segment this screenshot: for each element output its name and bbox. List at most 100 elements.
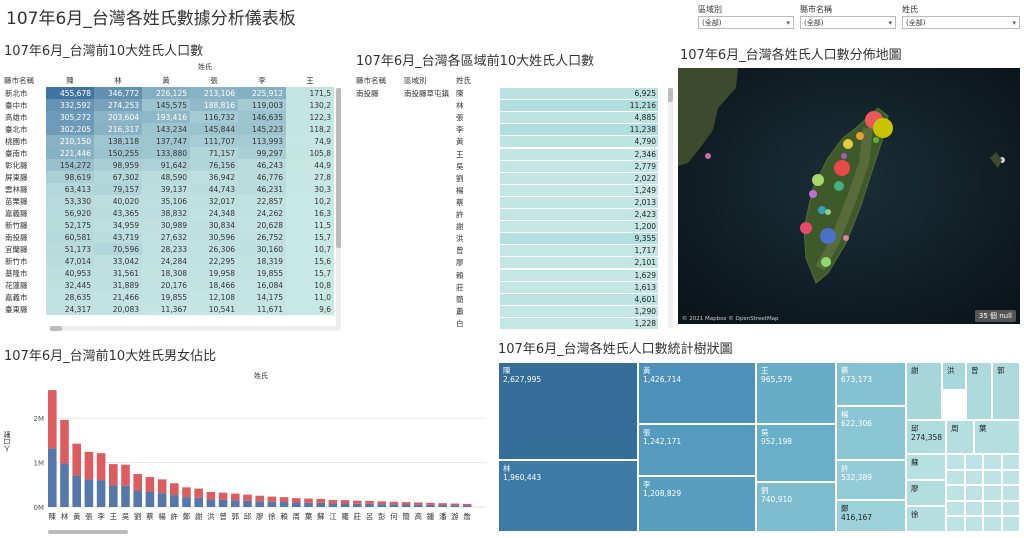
treemap-cell[interactable]: 蘇 xyxy=(906,454,946,480)
table-cell[interactable]: 35,106 xyxy=(142,195,190,207)
value-cell[interactable]: 1,717 xyxy=(500,245,658,257)
treemap-cell[interactable] xyxy=(983,485,1002,501)
bar-female[interactable] xyxy=(182,487,191,498)
bar-female[interactable] xyxy=(267,496,277,502)
table-cell[interactable]: 305,272 xyxy=(46,111,94,123)
bar-female[interactable] xyxy=(84,451,94,480)
bar-female[interactable] xyxy=(109,464,118,486)
scrollbar-thumb[interactable] xyxy=(336,88,341,248)
table-row[interactable]: 臺中市 332,592 274,253 145,575 188,816 119,003 13… xyxy=(2,99,334,111)
table-cell[interactable]: 19,855 xyxy=(238,267,286,279)
table-cell[interactable]: 33,042 xyxy=(94,255,142,267)
surname-cell[interactable]: 曾 xyxy=(456,245,496,257)
table-row[interactable]: 彰化縣 154,272 98,959 91,642 76,156 46,243 44,9 xyxy=(2,159,334,171)
bar-male[interactable] xyxy=(96,480,106,507)
map-point[interactable] xyxy=(834,160,850,176)
table-row[interactable]: 基隆市 40,953 31,561 18,308 19,958 19,855 15,7 xyxy=(2,267,334,279)
bar-male[interactable] xyxy=(267,501,277,507)
surname-cell[interactable]: 林 xyxy=(456,100,496,112)
column-header[interactable]: 林 xyxy=(94,74,142,87)
table-cell[interactable]: 15,6 xyxy=(286,255,334,267)
treemap-cell[interactable]: 洪 xyxy=(942,362,966,390)
map-point[interactable] xyxy=(821,257,831,267)
bar-female[interactable] xyxy=(401,502,411,505)
table-cell[interactable]: 60,581 xyxy=(46,231,94,243)
table-row[interactable]: 臺東縣 24,317 20,083 11,367 10,541 11,671 9,6 xyxy=(2,303,334,315)
table-cell[interactable]: 10,7 xyxy=(286,243,334,255)
treemap-cell[interactable] xyxy=(983,516,1002,532)
bar-female[interactable] xyxy=(60,419,69,464)
scrollbar-thumb[interactable] xyxy=(668,88,673,102)
map-point[interactable] xyxy=(841,153,847,159)
table-cell[interactable]: 56,920 xyxy=(46,207,94,219)
table-row[interactable]: 屏東縣 98,619 67,302 48,590 36,942 46,776 27,8 xyxy=(2,171,334,183)
table-cell[interactable]: 193,416 xyxy=(142,111,190,123)
table-cell[interactable]: 154,272 xyxy=(46,159,94,171)
bar-male[interactable] xyxy=(401,504,411,507)
table-row[interactable]: 花蓮縣 32,445 31,889 20,176 18,466 16,084 10,8 xyxy=(2,279,334,291)
bar-female[interactable] xyxy=(157,479,167,494)
scrollbar-thumb[interactable] xyxy=(50,326,62,331)
map-point[interactable] xyxy=(812,174,824,186)
table-cell[interactable]: 143,234 xyxy=(142,123,190,135)
treemap-cell[interactable]: 許 532,389 xyxy=(836,460,906,500)
treemap-cell[interactable]: 謝 xyxy=(906,362,942,420)
bar-female[interactable] xyxy=(194,488,203,498)
surname-cell[interactable]: 蕭 xyxy=(456,306,496,318)
table-cell[interactable]: 274,253 xyxy=(94,99,142,111)
table-cell[interactable]: 48,590 xyxy=(142,171,190,183)
table-cell[interactable]: 210,150 xyxy=(46,135,94,147)
treemap-cell[interactable] xyxy=(964,469,983,486)
map-point[interactable] xyxy=(809,190,817,198)
table-cell[interactable]: 98,619 xyxy=(46,171,94,183)
value-cell[interactable]: 6,925 xyxy=(500,88,658,99)
treemap-cell[interactable]: 李 1,208,829 xyxy=(638,476,756,532)
table-cell[interactable]: 226,125 xyxy=(142,87,190,99)
value-cell[interactable]: 1,228 xyxy=(500,317,658,329)
table-cell[interactable]: 133,880 xyxy=(142,147,190,159)
table-cell[interactable]: 137,747 xyxy=(142,135,190,147)
value-cell[interactable]: 2,779 xyxy=(500,160,658,172)
table-cell[interactable]: 27,632 xyxy=(142,231,190,243)
table-cell[interactable]: 40,953 xyxy=(46,267,94,279)
treemap-cell[interactable] xyxy=(983,454,1002,470)
surname-cell[interactable]: 楊 xyxy=(456,185,496,197)
bar-male[interactable] xyxy=(353,503,362,507)
table-cell[interactable]: 105,8 xyxy=(286,147,334,159)
treemap-cell[interactable] xyxy=(946,485,965,501)
surname-cell[interactable]: 黃 xyxy=(456,136,496,148)
value-cell[interactable]: 11,216 xyxy=(500,100,658,112)
bar-male[interactable] xyxy=(231,500,240,507)
table-cell[interactable]: 150,255 xyxy=(94,147,142,159)
bar-female[interactable] xyxy=(450,503,460,506)
table-cell[interactable]: 225,912 xyxy=(238,87,286,99)
bar-female[interactable] xyxy=(206,491,216,500)
treemap-cell[interactable]: 張 1,242,171 xyxy=(638,424,756,476)
table-cell[interactable]: 9,6 xyxy=(286,303,334,315)
map-point[interactable] xyxy=(834,181,844,191)
bar-male[interactable] xyxy=(426,504,435,507)
surname-cell[interactable]: 李 xyxy=(456,124,496,136)
table-row[interactable]: 新竹縣 52,175 34,959 30,989 30,834 20,628 11,5 xyxy=(2,219,334,231)
value-cell[interactable]: 2,022 xyxy=(500,172,658,184)
table-cell[interactable]: 21,466 xyxy=(94,291,142,303)
surname-cell[interactable]: 張 xyxy=(456,112,496,124)
table-cell[interactable]: 455,678 xyxy=(46,87,94,99)
table-cell[interactable]: 10,8 xyxy=(286,279,334,291)
value-cell[interactable]: 1,290 xyxy=(500,305,658,317)
table-cell[interactable]: 24,317 xyxy=(46,303,94,315)
treemap-cell[interactable] xyxy=(1001,485,1020,501)
table-cell[interactable]: 332,592 xyxy=(46,99,94,111)
table-row[interactable]: 宜蘭縣 51,173 70,596 28,233 26,306 30,160 10,7 xyxy=(2,243,334,255)
surname-cell[interactable]: 謝 xyxy=(456,221,496,233)
value-cell[interactable]: 4,601 xyxy=(500,293,658,305)
treemap-cell[interactable] xyxy=(983,469,1002,486)
bar-male[interactable] xyxy=(121,485,130,507)
bar-female[interactable] xyxy=(462,503,472,506)
bar-male[interactable] xyxy=(462,505,472,507)
bar-male[interactable] xyxy=(194,497,203,507)
treemap-cell[interactable]: 葉 xyxy=(974,420,1020,454)
table-cell[interactable]: 10,2 xyxy=(286,195,334,207)
table-cell[interactable]: 38,832 xyxy=(142,207,190,219)
value-cell[interactable]: 2,346 xyxy=(500,148,658,160)
